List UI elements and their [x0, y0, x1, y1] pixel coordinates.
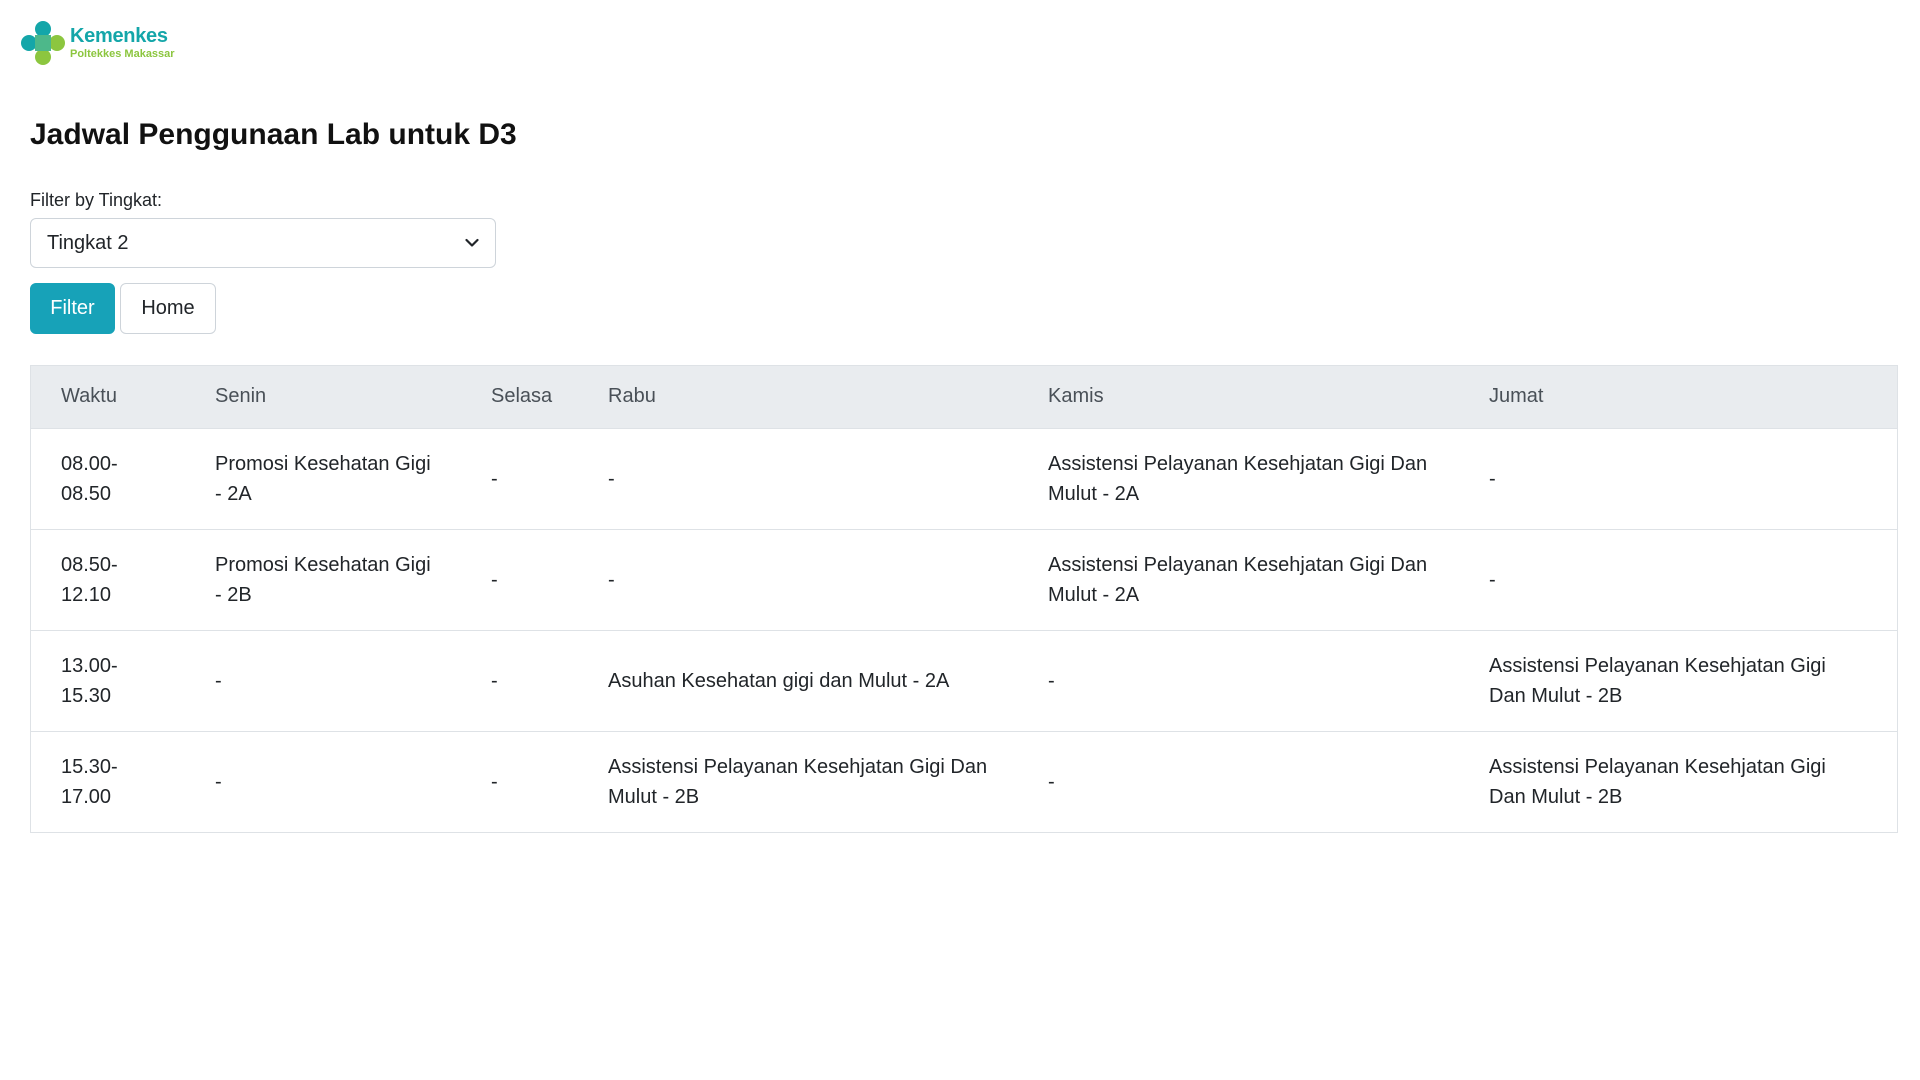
brand-name: Kemenkes [70, 25, 168, 47]
cell-rabu: Asuhan Kesehatan gigi dan Mulut - 2A [578, 629, 1018, 731]
home-button[interactable]: Home [120, 283, 216, 334]
cell-jumat: - [1459, 528, 1897, 630]
cell-senin: Promosi Kesehatan Gigi - 2B [185, 528, 461, 630]
header-senin: Senin [185, 366, 461, 428]
brand-logo[interactable]: Kemenkes Poltekkes Makassar [20, 20, 175, 66]
cell-waktu: 08.50-12.10 [31, 528, 185, 630]
cell-jumat: Assistensi Pelayanan Kesehjatan Gigi Dan… [1459, 730, 1897, 832]
cell-rabu: Assistensi Pelayanan Kesehjatan Gigi Dan… [578, 730, 1018, 832]
cell-selasa: - [461, 427, 578, 529]
header-rabu: Rabu [578, 366, 1018, 428]
table-row: 08.50-12.10 Promosi Kesehatan Gigi - 2B … [31, 528, 1897, 630]
table-row: 13.00-15.30 - - Asuhan Kesehatan gigi da… [31, 629, 1897, 731]
tingkat-select-value: Tingkat 2 [47, 231, 129, 254]
cell-waktu: 15.30-17.00 [31, 730, 185, 832]
cell-kamis: - [1018, 629, 1459, 731]
cell-kamis: - [1018, 730, 1459, 832]
cell-kamis: Assistensi Pelayanan Kesehjatan Gigi Dan… [1018, 528, 1459, 630]
filter-button[interactable]: Filter [30, 283, 115, 334]
header-selasa: Selasa [461, 366, 578, 428]
header-kamis: Kamis [1018, 366, 1459, 428]
schedule-table: Waktu Senin Selasa Rabu Kamis Jumat 08.0… [30, 365, 1898, 833]
cell-selasa: - [461, 629, 578, 731]
header-waktu: Waktu [31, 366, 185, 428]
cell-jumat: Assistensi Pelayanan Kesehjatan Gigi Dan… [1459, 629, 1897, 731]
table-header-row: Waktu Senin Selasa Rabu Kamis Jumat [31, 366, 1897, 428]
page-title: Jadwal Penggunaan Lab untuk D3 [30, 118, 517, 151]
cell-senin: Promosi Kesehatan Gigi - 2A [185, 427, 461, 529]
kemenkes-logo-icon [21, 21, 65, 65]
cell-senin: - [185, 730, 461, 832]
tingkat-select[interactable]: Tingkat 2 [30, 218, 496, 268]
filter-label: Filter by Tingkat: [30, 190, 163, 210]
cell-rabu: - [578, 528, 1018, 630]
cell-rabu: - [578, 427, 1018, 529]
cell-kamis: Assistensi Pelayanan Kesehjatan Gigi Dan… [1018, 427, 1459, 529]
cell-jumat: - [1459, 427, 1897, 529]
table-row: 08.00-08.50 Promosi Kesehatan Gigi - 2A … [31, 427, 1897, 529]
cell-selasa: - [461, 528, 578, 630]
cell-waktu: 13.00-15.30 [31, 629, 185, 731]
cell-waktu: 08.00-08.50 [31, 427, 185, 529]
brand-subtitle: Poltekkes Makassar [70, 48, 175, 60]
header-jumat: Jumat [1459, 366, 1897, 428]
table-row: 15.30-17.00 - - Assistensi Pelayanan Kes… [31, 730, 1897, 832]
chevron-down-icon [465, 238, 479, 247]
cell-senin: - [185, 629, 461, 731]
cell-selasa: - [461, 730, 578, 832]
